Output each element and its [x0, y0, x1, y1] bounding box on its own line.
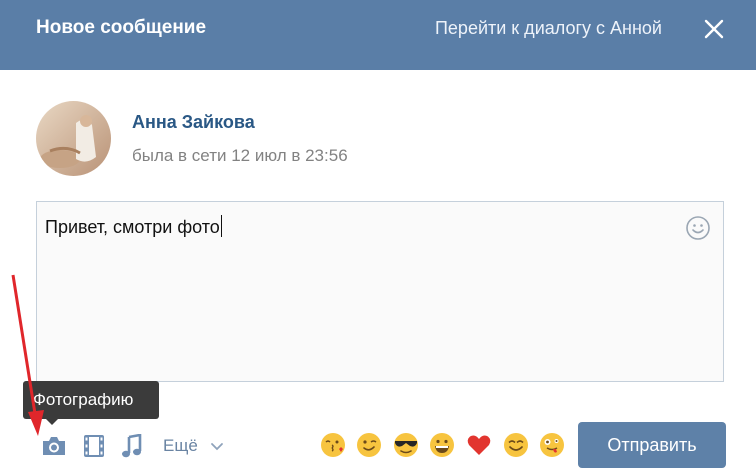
sunglasses-face-emoji[interactable] — [392, 432, 420, 458]
smiley-icon[interactable] — [685, 215, 711, 241]
message-input[interactable]: Привет, смотри фото — [36, 201, 724, 382]
message-text: Привет, смотри фото — [45, 215, 222, 238]
photo-tooltip: Фотографию — [23, 381, 159, 419]
message-text-value: Привет, смотри фото — [45, 217, 220, 237]
grinning-face-emoji[interactable] — [429, 432, 455, 458]
modal-title: Новое сообщение — [36, 17, 207, 38]
avatar[interactable] — [36, 101, 111, 176]
kissing-face-emoji[interactable] — [320, 432, 346, 458]
go-to-dialog-link[interactable]: Перейти к диалогу с Анной — [435, 18, 662, 39]
winking-face-emoji[interactable] — [356, 432, 382, 458]
crazy-face-emoji[interactable] — [539, 432, 565, 458]
music-note-icon[interactable] — [121, 434, 143, 459]
send-button[interactable]: Отправить — [578, 422, 726, 468]
camera-icon[interactable] — [40, 434, 68, 458]
heart-emoji[interactable] — [466, 432, 492, 458]
smiling-face-emoji[interactable] — [503, 432, 529, 458]
close-icon[interactable] — [700, 15, 728, 43]
text-caret — [220, 215, 222, 237]
film-icon[interactable] — [83, 434, 105, 458]
chevron-down-icon[interactable] — [210, 442, 224, 452]
more-attachments-button[interactable]: Ещё — [163, 436, 198, 456]
tooltip-pointer — [46, 419, 58, 425]
modal-header: Новое сообщение Перейти к диалогу с Анно… — [0, 0, 756, 70]
contact-name[interactable]: Анна Зайкова — [132, 112, 255, 133]
contact-last-seen: была в сети 12 июл в 23:56 — [132, 146, 348, 165]
